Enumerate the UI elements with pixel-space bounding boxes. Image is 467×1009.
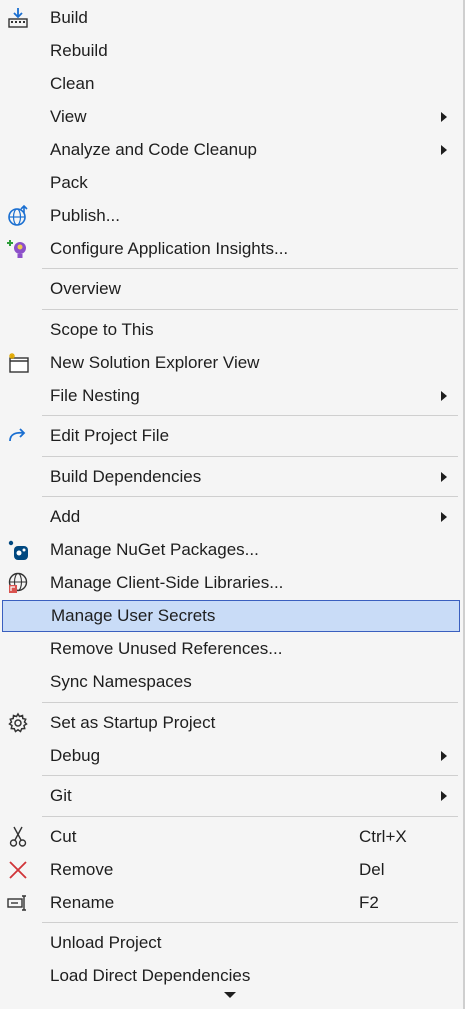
menu-item-label: Remove [50, 860, 114, 879]
menu-item-pack[interactable]: Pack [0, 167, 463, 199]
menu-item-rename[interactable]: Rename F2 [0, 887, 463, 919]
menu-item-remove[interactable]: Remove Del [0, 854, 463, 886]
menu-item-label: Manage User Secrets [51, 606, 216, 625]
menu-item-label: Cut [50, 827, 77, 846]
menu-item-clean[interactable]: Clean [0, 68, 463, 100]
menu-item-label: Sync Namespaces [50, 672, 192, 691]
menu-item-debug[interactable]: Debug [0, 740, 463, 772]
menu-item-sync-namespaces[interactable]: Sync Namespaces [0, 666, 463, 698]
menu-item-manage-user-secrets[interactable]: Manage User Secrets [2, 600, 460, 632]
submenu-arrow-icon [441, 112, 447, 122]
menu-separator [42, 496, 458, 497]
menu-item-label: Add [50, 507, 81, 526]
menu-item-label: Rebuild [50, 41, 108, 60]
menu-item-label: Scope to This [50, 320, 154, 339]
edit-redo-arrow-icon [6, 424, 30, 448]
menu-separator [42, 702, 458, 703]
menu-item-label: Configure Application Insights... [50, 239, 289, 258]
menu-item-build[interactable]: Build [0, 2, 463, 34]
menu-separator [42, 922, 458, 923]
build-icon [6, 6, 30, 30]
new-window-icon [6, 351, 30, 375]
menu-item-label: Load Direct Dependencies [50, 966, 251, 985]
menu-separator [42, 309, 458, 310]
close-x-icon [6, 858, 30, 882]
menu-item-label: New Solution Explorer View [50, 353, 260, 372]
menu-item-analyze[interactable]: Analyze and Code Cleanup [0, 134, 463, 166]
menu-separator [42, 268, 458, 269]
menu-item-set-as-startup-project[interactable]: Set as Startup Project [0, 707, 463, 739]
shortcut-text: Ctrl+X [359, 827, 407, 846]
menu-item-label: Manage Client-Side Libraries... [50, 573, 284, 592]
menu-item-manage-nuget[interactable]: Manage NuGet Packages... [0, 534, 463, 566]
app-insights-icon [6, 237, 30, 261]
menu-separator [42, 415, 458, 416]
shortcut-text: Del [359, 860, 385, 879]
menu-item-edit-project-file[interactable]: Edit Project File [0, 420, 463, 452]
menu-item-manage-client-side-libraries[interactable]: Manage Client-Side Libraries... [0, 567, 463, 599]
menu-separator [42, 816, 458, 817]
menu-item-git[interactable]: Git [0, 780, 463, 812]
menu-item-configure-app-insights[interactable]: Configure Application Insights... [0, 233, 463, 265]
menu-item-cut[interactable]: Cut Ctrl+X [0, 821, 463, 853]
rename-icon [6, 891, 30, 915]
scroll-down-arrow-icon[interactable] [224, 992, 236, 998]
menu-item-label: Remove Unused References... [50, 639, 283, 658]
menu-item-file-nesting[interactable]: File Nesting [0, 380, 463, 412]
menu-item-new-solution-explorer-view[interactable]: New Solution Explorer View [0, 347, 463, 379]
submenu-arrow-icon [441, 791, 447, 801]
submenu-arrow-icon [441, 391, 447, 401]
menu-item-label: Git [50, 786, 72, 805]
submenu-arrow-icon [441, 751, 447, 761]
menu-separator [42, 456, 458, 457]
context-menu: Build Rebuild Clean View Analyze and Cod… [0, 0, 465, 1009]
menu-item-label: Overview [50, 279, 121, 298]
menu-item-label: Build [50, 8, 88, 27]
menu-item-label: Pack [50, 173, 88, 192]
shortcut-text: F2 [359, 893, 379, 912]
gear-icon [6, 711, 30, 735]
menu-item-add[interactable]: Add [0, 501, 463, 533]
submenu-arrow-icon [441, 472, 447, 482]
menu-separator [42, 775, 458, 776]
scissors-icon [6, 825, 30, 849]
publish-globe-icon [6, 204, 30, 228]
menu-item-label: Debug [50, 746, 101, 765]
menu-item-publish[interactable]: Publish... [0, 200, 463, 232]
menu-item-label: View [50, 107, 87, 126]
submenu-arrow-icon [441, 145, 447, 155]
submenu-arrow-icon [441, 512, 447, 522]
menu-item-view[interactable]: View [0, 101, 463, 133]
menu-item-overview[interactable]: Overview [0, 273, 463, 305]
menu-item-label: Unload Project [50, 933, 162, 952]
menu-item-build-dependencies[interactable]: Build Dependencies [0, 461, 463, 493]
menu-item-label: Set as Startup Project [50, 713, 216, 732]
menu-item-label: Clean [50, 74, 95, 93]
menu-item-unload-project[interactable]: Unload Project [0, 927, 463, 959]
menu-item-label: Manage NuGet Packages... [50, 540, 259, 559]
menu-item-label: Publish... [50, 206, 120, 225]
menu-item-label: File Nesting [50, 386, 140, 405]
nuget-icon [6, 538, 30, 562]
menu-item-label: Edit Project File [50, 426, 170, 445]
menu-item-remove-unused-references[interactable]: Remove Unused References... [0, 633, 463, 665]
client-libraries-icon [6, 571, 30, 595]
menu-item-label: Analyze and Code Cleanup [50, 140, 257, 159]
menu-item-rebuild[interactable]: Rebuild [0, 35, 463, 67]
menu-item-label: Build Dependencies [50, 467, 202, 486]
menu-item-scope-to-this[interactable]: Scope to This [0, 314, 463, 346]
menu-item-label: Rename [50, 893, 115, 912]
